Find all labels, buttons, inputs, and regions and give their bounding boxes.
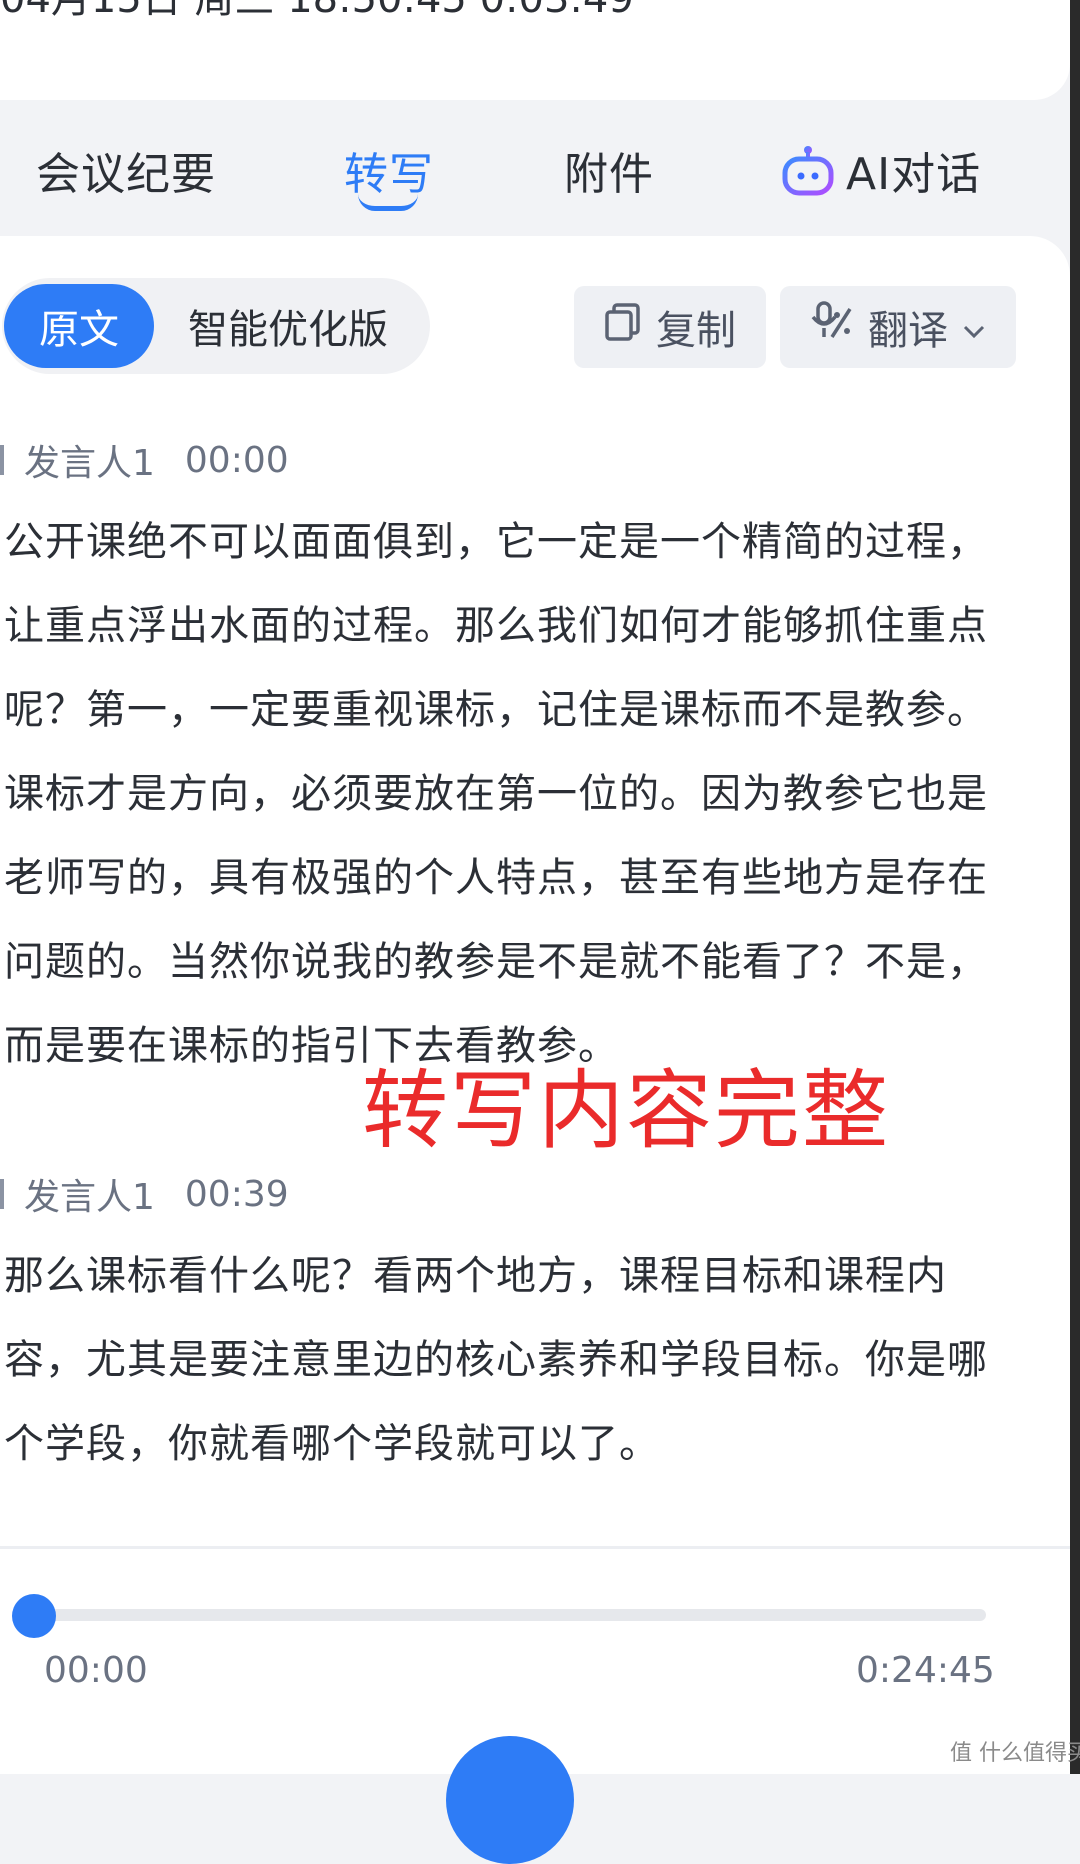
tab-summary[interactable]: 会议纪要 xyxy=(36,138,216,202)
speaker-timestamp[interactable]: 00:00 xyxy=(185,440,289,481)
player-divider xyxy=(0,1546,1070,1549)
annotation-overlay: 转写内容完整 xyxy=(362,1061,890,1161)
play-button[interactable] xyxy=(446,1736,574,1864)
translate-icon xyxy=(810,301,854,353)
speaker-name: 发言人1 xyxy=(24,1177,155,1218)
active-tab-indicator xyxy=(358,194,418,211)
speaker-marker xyxy=(0,1179,4,1209)
version-segmented-control: 原文 智能优化版 xyxy=(2,278,430,374)
chevron-down-icon xyxy=(962,304,986,350)
watermark: 值 什么值得买 xyxy=(950,1741,1080,1766)
tab-bar: 会议纪要 转写 附件 AI对话 xyxy=(0,100,1070,240)
current-time: 00:00 xyxy=(44,1650,148,1691)
copy-label: 复制 xyxy=(656,308,736,354)
meeting-meta-text: 04月15日 周三 18:50:45 0:03:49 xyxy=(0,0,634,24)
meeting-info-card: 04月15日 周三 18:50:45 0:03:49 xyxy=(0,0,1070,100)
tab-ai-chat[interactable]: AI对话 xyxy=(780,138,981,202)
tab-attachments[interactable]: 附件 xyxy=(564,138,654,202)
tab-transcript[interactable]: 转写 xyxy=(344,138,434,202)
total-time: 0:24:45 xyxy=(856,1650,995,1691)
speaker-header: 发言人1 00:00 xyxy=(0,434,289,486)
segment-original[interactable]: 原文 xyxy=(4,284,154,368)
segment-optimized[interactable]: 智能优化版 xyxy=(188,284,388,368)
playback-scrubber[interactable] xyxy=(12,1594,56,1638)
translate-label: 翻译 xyxy=(868,308,948,354)
copy-icon xyxy=(604,302,642,352)
speaker-name: 发言人1 xyxy=(24,443,155,484)
playback-progress-bar[interactable] xyxy=(34,1609,986,1621)
window-edge xyxy=(1070,0,1080,1774)
translate-button[interactable]: 翻译 xyxy=(780,286,1016,368)
tab-ai-chat-label: AI对话 xyxy=(846,149,982,200)
transcript-paragraph: 公开课绝不可以面面俱到，它一定是一个精简的过程，让重点浮出水面的过程。那么我们如… xyxy=(4,519,988,1069)
speaker-header: 发言人1 00:39 xyxy=(0,1168,289,1220)
copy-button[interactable]: 复制 xyxy=(574,286,766,368)
robot-icon xyxy=(780,142,836,198)
speaker-marker xyxy=(0,445,4,475)
speaker-timestamp[interactable]: 00:39 xyxy=(185,1174,289,1215)
transcript-paragraph: 那么课标看什么呢？看两个地方，课程目标和课程内容，尤其是要注意里边的核心素养和学… xyxy=(4,1253,988,1467)
